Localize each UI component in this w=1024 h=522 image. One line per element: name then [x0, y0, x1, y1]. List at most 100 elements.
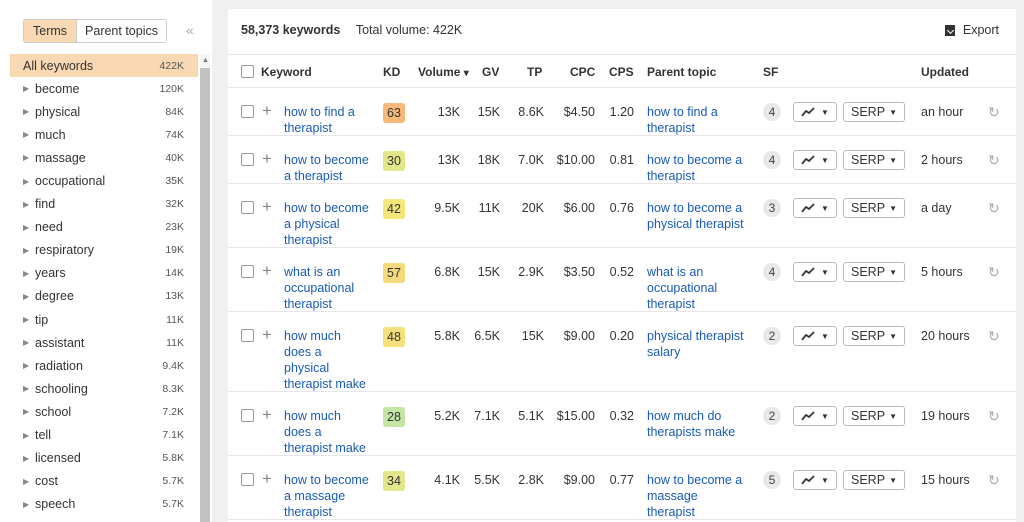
- expand-arrow-icon[interactable]: ▶: [23, 384, 29, 393]
- row-checkbox[interactable]: [241, 153, 254, 166]
- term-item[interactable]: ▶ school 7.2K: [10, 400, 198, 423]
- serp-features-badge[interactable]: 2: [763, 327, 781, 345]
- keyword-link[interactable]: how much does a therapist make: [284, 408, 376, 456]
- add-keyword-icon[interactable]: +: [262, 262, 272, 279]
- row-checkbox[interactable]: [241, 105, 254, 118]
- expand-arrow-icon[interactable]: ▶: [23, 315, 29, 324]
- trend-dropdown[interactable]: ▼: [793, 262, 837, 282]
- parent-topic-link[interactable]: how to become a therapist: [647, 152, 757, 184]
- keyword-link[interactable]: what is an occupational therapist: [284, 264, 376, 312]
- keyword-link[interactable]: how to become a physical therapist: [284, 200, 376, 248]
- col-gv[interactable]: GV: [482, 65, 499, 79]
- term-item[interactable]: ▶ occupational 35K: [10, 169, 198, 192]
- refresh-icon[interactable]: ↻: [988, 329, 1000, 343]
- serp-dropdown[interactable]: SERP ▼: [843, 102, 905, 122]
- parent-topic-link[interactable]: how to become a massage therapist: [647, 472, 757, 520]
- col-volume[interactable]: Volume ▾: [418, 65, 469, 79]
- trend-dropdown[interactable]: ▼: [793, 102, 837, 122]
- refresh-icon[interactable]: ↻: [988, 201, 1000, 215]
- col-tp[interactable]: TP: [527, 65, 542, 79]
- expand-arrow-icon[interactable]: ▶: [23, 223, 29, 232]
- export-button[interactable]: Export: [944, 23, 999, 37]
- tab-terms[interactable]: Terms: [24, 20, 78, 42]
- term-item[interactable]: ▶ need 23K: [10, 216, 198, 239]
- expand-arrow-icon[interactable]: ▶: [23, 338, 29, 347]
- expand-arrow-icon[interactable]: ▶: [23, 361, 29, 370]
- parent-topic-link[interactable]: physical therapist salary: [647, 328, 757, 360]
- refresh-icon[interactable]: ↻: [988, 153, 1000, 167]
- trend-dropdown[interactable]: ▼: [793, 470, 837, 490]
- trend-dropdown[interactable]: ▼: [793, 198, 837, 218]
- term-item[interactable]: ▶ assistant 11K: [10, 331, 198, 354]
- term-item[interactable]: ▶ physical 84K: [10, 100, 198, 123]
- expand-arrow-icon[interactable]: ▶: [23, 153, 29, 162]
- expand-arrow-icon[interactable]: ▶: [23, 84, 29, 93]
- term-item[interactable]: ▶ much 74K: [10, 123, 198, 146]
- parent-topic-link[interactable]: what is an occupational therapist: [647, 264, 757, 312]
- serp-dropdown[interactable]: SERP ▼: [843, 150, 905, 170]
- expand-arrow-icon[interactable]: ▶: [23, 500, 29, 509]
- parent-topic-link[interactable]: how to become a physical therapist: [647, 200, 757, 232]
- parent-topic-link[interactable]: how much do therapists make: [647, 408, 757, 440]
- parent-topic-link[interactable]: how to find a therapist: [647, 104, 757, 136]
- term-item[interactable]: ▶ become 120K: [10, 77, 198, 100]
- keyword-link[interactable]: how to become a massage therapist: [284, 472, 376, 520]
- term-item[interactable]: ▶ radiation 9.4K: [10, 354, 198, 377]
- add-keyword-icon[interactable]: +: [262, 150, 272, 167]
- expand-arrow-icon[interactable]: ▶: [23, 246, 29, 255]
- row-checkbox[interactable]: [241, 329, 254, 342]
- serp-dropdown[interactable]: SERP ▼: [843, 470, 905, 490]
- serp-dropdown[interactable]: SERP ▼: [843, 262, 905, 282]
- scroll-thumb[interactable]: [200, 68, 210, 522]
- keyword-link[interactable]: how much does a physical therapist make: [284, 328, 376, 392]
- row-checkbox[interactable]: [241, 265, 254, 278]
- sidebar-scrollbar[interactable]: ▲: [200, 54, 210, 522]
- trend-dropdown[interactable]: ▼: [793, 150, 837, 170]
- term-item[interactable]: ▶ tip 11K: [10, 308, 198, 331]
- add-keyword-icon[interactable]: +: [262, 326, 272, 343]
- trend-dropdown[interactable]: ▼: [793, 326, 837, 346]
- serp-dropdown[interactable]: SERP ▼: [843, 198, 905, 218]
- row-checkbox[interactable]: [241, 473, 254, 486]
- serp-features-badge[interactable]: 4: [763, 263, 781, 281]
- trend-dropdown[interactable]: ▼: [793, 406, 837, 426]
- serp-dropdown[interactable]: SERP ▼: [843, 406, 905, 426]
- term-item[interactable]: ▶ tell 7.1K: [10, 424, 198, 447]
- select-all-checkbox[interactable]: [241, 65, 254, 78]
- term-item[interactable]: ▶ speech 5.7K: [10, 493, 198, 516]
- refresh-icon[interactable]: ↻: [988, 105, 1000, 119]
- expand-arrow-icon[interactable]: ▶: [23, 269, 29, 278]
- serp-features-badge[interactable]: 4: [763, 151, 781, 169]
- expand-arrow-icon[interactable]: ▶: [23, 292, 29, 301]
- term-item[interactable]: All keywords 422K: [10, 54, 198, 78]
- refresh-icon[interactable]: ↻: [988, 473, 1000, 487]
- add-keyword-icon[interactable]: +: [262, 198, 272, 215]
- term-item[interactable]: ▶ licensed 5.8K: [10, 447, 198, 470]
- add-keyword-icon[interactable]: +: [262, 102, 272, 119]
- col-kd[interactable]: KD: [383, 65, 400, 79]
- term-item[interactable]: ▶ degree 13K: [10, 285, 198, 308]
- expand-arrow-icon[interactable]: ▶: [23, 200, 29, 209]
- refresh-icon[interactable]: ↻: [988, 265, 1000, 279]
- col-keyword[interactable]: Keyword: [261, 65, 312, 79]
- serp-features-badge[interactable]: 4: [763, 103, 781, 121]
- expand-arrow-icon[interactable]: ▶: [23, 177, 29, 186]
- serp-features-badge[interactable]: 2: [763, 407, 781, 425]
- expand-arrow-icon[interactable]: ▶: [23, 407, 29, 416]
- term-item[interactable]: ▶ years 14K: [10, 262, 198, 285]
- tab-parent-topics[interactable]: Parent topics: [77, 20, 166, 42]
- refresh-icon[interactable]: ↻: [988, 409, 1000, 423]
- term-item[interactable]: ▶ schooling 8.3K: [10, 377, 198, 400]
- serp-features-badge[interactable]: 3: [763, 199, 781, 217]
- col-updated[interactable]: Updated: [921, 65, 969, 79]
- row-checkbox[interactable]: [241, 409, 254, 422]
- add-keyword-icon[interactable]: +: [262, 406, 272, 423]
- collapse-sidebar-icon[interactable]: «: [186, 22, 194, 38]
- serp-dropdown[interactable]: SERP ▼: [843, 326, 905, 346]
- term-item[interactable]: ▶ respiratory 19K: [10, 239, 198, 262]
- keyword-link[interactable]: how to become a therapist: [284, 152, 376, 184]
- expand-arrow-icon[interactable]: ▶: [23, 431, 29, 440]
- expand-arrow-icon[interactable]: ▶: [23, 130, 29, 139]
- row-checkbox[interactable]: [241, 201, 254, 214]
- col-cpc[interactable]: CPC: [570, 65, 595, 79]
